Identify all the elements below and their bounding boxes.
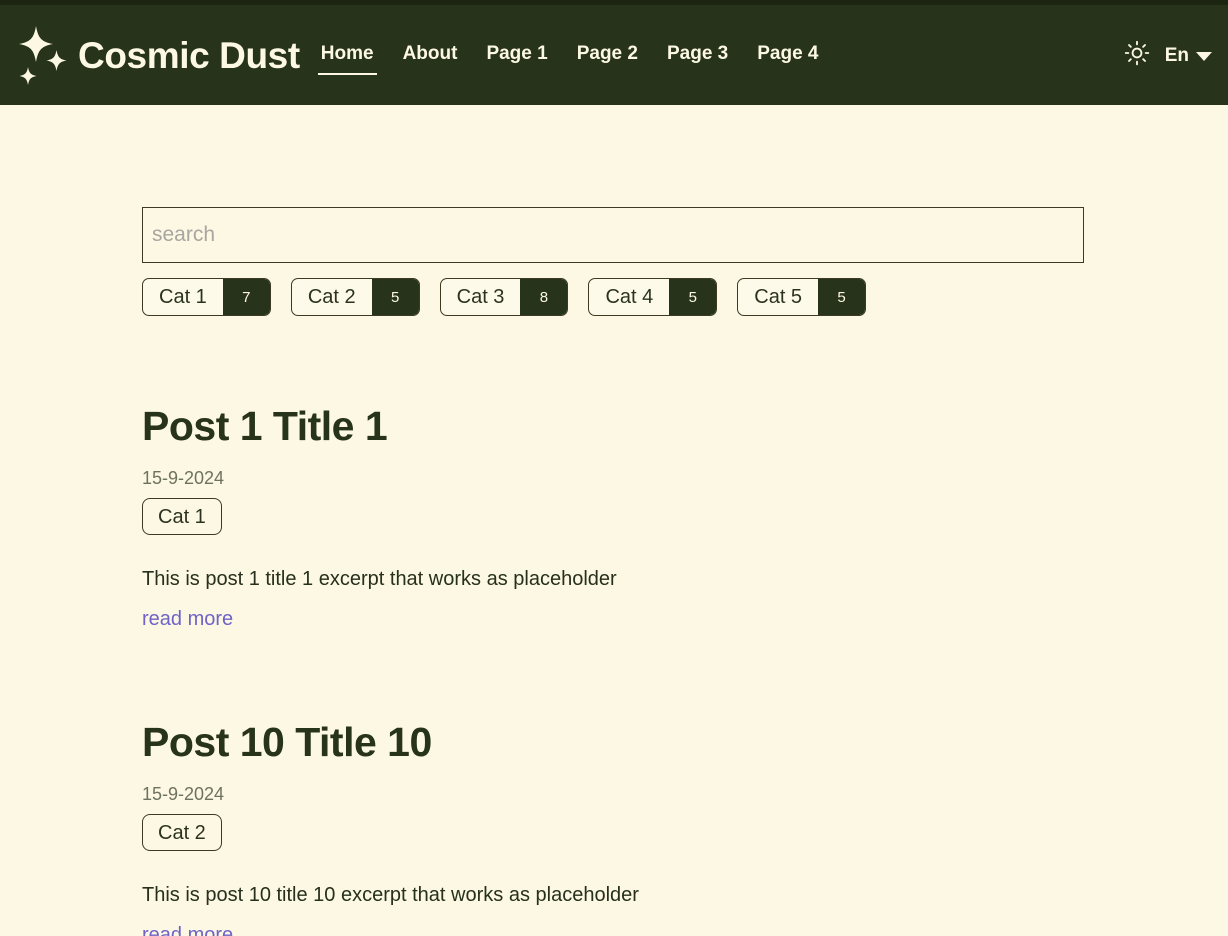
category-chip-count: 5 xyxy=(371,279,419,315)
language-switcher[interactable]: En xyxy=(1165,46,1212,65)
category-chip-count: 5 xyxy=(818,279,866,315)
category-chip-label: Cat 3 xyxy=(456,286,505,308)
category-chip-count: 7 xyxy=(222,279,270,315)
nav-item-page-1[interactable]: Page 1 xyxy=(485,40,548,71)
category-chip-cat-3[interactable]: Cat 3 8 xyxy=(439,278,569,316)
theme-toggle-button[interactable] xyxy=(1123,40,1151,71)
post-category-tag[interactable]: Cat 2 xyxy=(142,814,222,852)
nav-item-page-4[interactable]: Page 4 xyxy=(756,40,819,71)
header-actions: En xyxy=(1123,5,1212,105)
nav-item-home[interactable]: Home xyxy=(317,40,377,75)
main-content: Cat 1 7 Cat 2 5 Cat 3 8 Cat 4 5 Cat 5 5 … xyxy=(0,105,1228,936)
category-chip-label: Cat 2 xyxy=(307,286,356,308)
brand-name: Cosmic Dust xyxy=(78,34,300,76)
chevron-down-icon xyxy=(1196,51,1212,61)
category-chip-label: Cat 5 xyxy=(754,286,803,308)
post-title[interactable]: Post 1 Title 1 xyxy=(142,403,1228,449)
post-list: Post 1 Title 1 15-9-2024 Cat 1 This is p… xyxy=(142,403,1228,936)
post-excerpt: This is post 1 title 1 excerpt that work… xyxy=(142,568,617,591)
category-chip-count: 5 xyxy=(669,279,717,315)
post-item: Post 1 Title 1 15-9-2024 Cat 1 This is p… xyxy=(142,403,1228,630)
category-chip-cat-5[interactable]: Cat 5 5 xyxy=(737,278,867,316)
nav-item-page-3[interactable]: Page 3 xyxy=(666,40,729,71)
sun-icon xyxy=(1124,40,1150,71)
category-chip-label: Cat 1 xyxy=(159,286,207,308)
post-category-tag[interactable]: Cat 1 xyxy=(142,498,222,536)
post-excerpt: This is post 10 title 10 excerpt that wo… xyxy=(142,884,639,907)
category-chip-count: 8 xyxy=(520,279,568,315)
nav-item-page-2[interactable]: Page 2 xyxy=(576,40,639,71)
post-title[interactable]: Post 10 Title 10 xyxy=(142,719,1228,765)
brand-logo[interactable]: Cosmic Dust xyxy=(8,18,300,92)
sparkle-icon xyxy=(8,18,74,92)
post-date: 15-9-2024 xyxy=(142,784,225,805)
search-section xyxy=(142,105,1228,263)
category-chip-cat-2[interactable]: Cat 2 5 xyxy=(290,278,420,316)
site-header: Cosmic Dust Home About Page 1 Page 2 Pag… xyxy=(0,5,1228,105)
post-item: Post 10 Title 10 15-9-2024 Cat 2 This is… xyxy=(142,719,1228,936)
nav-item-about[interactable]: About xyxy=(402,40,459,71)
category-chip-cat-1[interactable]: Cat 1 7 xyxy=(142,278,271,316)
category-chip-label: Cat 4 xyxy=(605,286,654,308)
primary-nav: Home About Page 1 Page 2 Page 3 Page 4 xyxy=(317,5,820,105)
category-chip-cat-4[interactable]: Cat 4 5 xyxy=(588,278,718,316)
read-more-link[interactable]: read more xyxy=(142,609,233,629)
post-date: 15-9-2024 xyxy=(142,468,225,489)
language-label: En xyxy=(1164,44,1189,66)
read-more-link[interactable]: read more xyxy=(142,925,233,936)
search-input[interactable] xyxy=(142,207,1084,263)
category-filter-list: Cat 1 7 Cat 2 5 Cat 3 8 Cat 4 5 Cat 5 5 xyxy=(142,278,1228,316)
